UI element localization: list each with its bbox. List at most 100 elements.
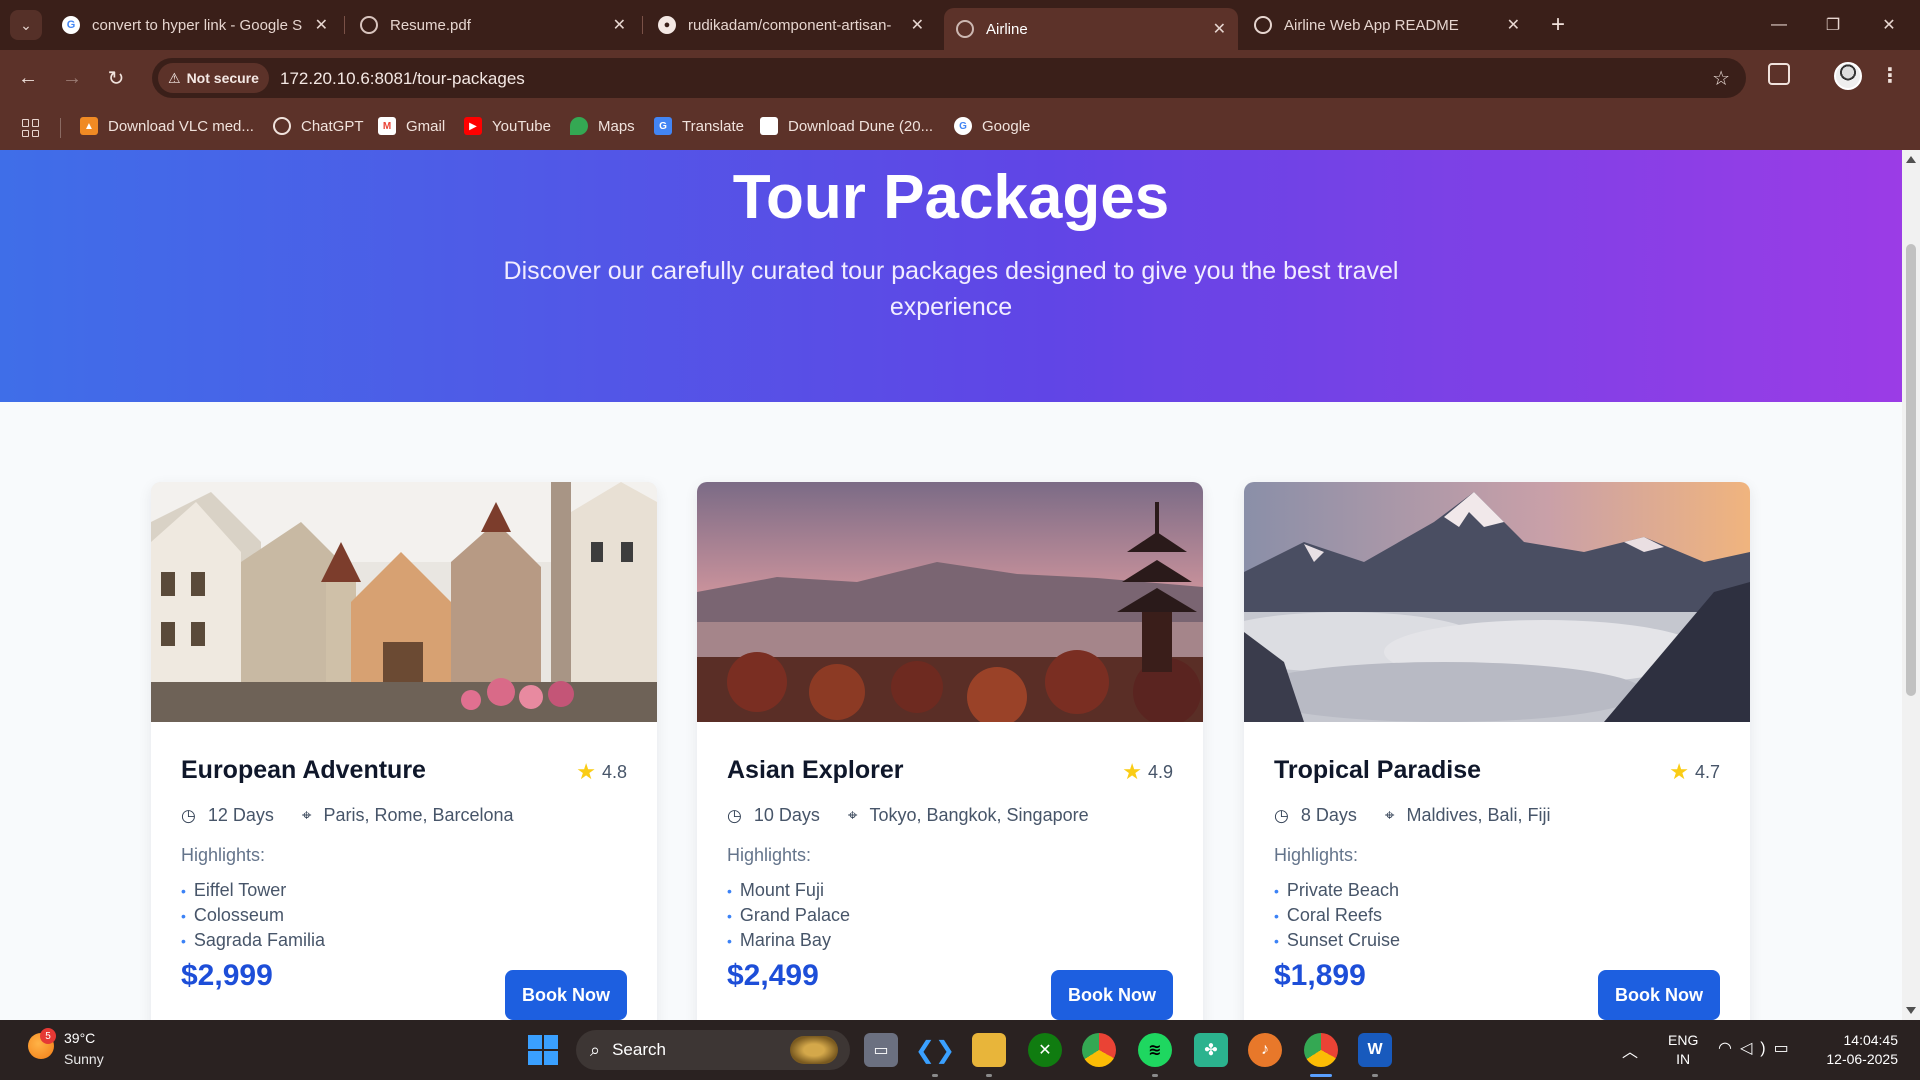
- tab-title: Airline: [986, 20, 1028, 38]
- back-arrow-icon[interactable]: ←: [12, 62, 44, 94]
- volume-icon[interactable]: ◁): [1740, 1040, 1774, 1057]
- kebab-menu-icon[interactable]: ⋮: [1880, 63, 1900, 88]
- star-icon: ★: [1669, 759, 1689, 784]
- clock-icon: ◷: [727, 805, 742, 825]
- package-destinations: Maldives, Bali, Fiji: [1406, 805, 1551, 825]
- book-now-button[interactable]: Book Now: [505, 970, 627, 1020]
- highlights-list: • Mount Fuji • Grand Palace • Marina Bay: [727, 878, 850, 953]
- chatgpt-icon: [1254, 16, 1272, 34]
- book-now-button[interactable]: Book Now: [1598, 970, 1720, 1020]
- file-explorer-folder-icon[interactable]: [972, 1033, 1006, 1067]
- bookmark-youtube[interactable]: ▶ YouTube: [464, 117, 551, 135]
- package-duration: 12 Days: [207, 805, 274, 825]
- app-grid-green-icon[interactable]: ✤: [1194, 1033, 1228, 1067]
- forward-arrow-icon[interactable]: →: [56, 62, 88, 94]
- url-text[interactable]: 172.20.10.6:8081/tour-packages: [280, 69, 525, 89]
- european-town-photo: [151, 482, 657, 722]
- package-duration: 10 Days: [753, 805, 820, 825]
- vlc-icon: ▲: [80, 117, 98, 135]
- reload-icon[interactable]: ↻: [100, 62, 132, 94]
- restore-icon[interactable]: ❐: [1810, 10, 1856, 40]
- globe-icon: [956, 20, 974, 38]
- package-price: $1,899: [1274, 959, 1366, 992]
- minimize-icon[interactable]: —: [1756, 10, 1802, 40]
- bookmark-label: YouTube: [492, 117, 551, 135]
- battery-icon[interactable]: ▭: [1774, 1040, 1797, 1057]
- spotify-icon[interactable]: ≋: [1138, 1033, 1172, 1067]
- close-icon[interactable]: ✕: [911, 15, 924, 35]
- fl-studio-icon[interactable]: ♪: [1248, 1033, 1282, 1067]
- chrome-active-icon[interactable]: [1304, 1033, 1338, 1067]
- location-pin-icon: ⌖: [301, 805, 312, 825]
- close-icon[interactable]: ✕: [1213, 19, 1226, 39]
- tab-title: Airline Web App README: [1284, 16, 1459, 34]
- youtube-icon: ▶: [464, 117, 482, 135]
- package-duration: 8 Days: [1300, 805, 1357, 825]
- rating-value: 4.9: [1147, 761, 1173, 782]
- language-indicator[interactable]: ENG IN: [1668, 1031, 1698, 1069]
- profile-avatar-icon[interactable]: [1834, 62, 1862, 90]
- system-clock[interactable]: 14:04:45 12-06-2025: [1818, 1031, 1898, 1069]
- weather-temperature[interactable]: 39°C: [64, 1030, 95, 1046]
- tab-airline[interactable]: Airline ✕: [944, 8, 1238, 50]
- clock-time: 14:04:45: [1843, 1032, 1899, 1048]
- tab-google-search[interactable]: G convert to hyper link - Google S ✕: [50, 8, 340, 42]
- tab-search-chevron-icon[interactable]: ⌄: [10, 10, 42, 40]
- taskbar-search[interactable]: ⌕ Search: [576, 1030, 850, 1070]
- tab-title: rudikadam/component-artisan-: [688, 16, 892, 34]
- book-now-button[interactable]: Book Now: [1051, 970, 1173, 1020]
- page-scrollbar[interactable]: [1902, 150, 1920, 1020]
- security-chip[interactable]: ⚠ Not secure: [158, 63, 269, 93]
- window-close-icon[interactable]: ✕: [1866, 10, 1912, 40]
- bookmark-gmail[interactable]: M Gmail: [378, 117, 445, 135]
- weather-description[interactable]: Sunny: [64, 1051, 104, 1067]
- wifi-icon[interactable]: ◠: [1718, 1040, 1740, 1057]
- gmail-icon: M: [378, 117, 396, 135]
- tab-resume-pdf[interactable]: Resume.pdf ✕: [348, 8, 638, 42]
- bookmark-maps[interactable]: Maps: [570, 117, 635, 135]
- bookmark-translate[interactable]: G Translate: [654, 117, 744, 135]
- running-indicator: [932, 1074, 938, 1077]
- windows-start-icon[interactable]: [526, 1033, 560, 1067]
- list-item: • Colosseum: [181, 905, 284, 925]
- highlights-label: Highlights:: [727, 845, 812, 865]
- google-icon: G: [62, 16, 80, 34]
- bookmarks-divider: [60, 118, 61, 138]
- scroll-thumb[interactable]: [1906, 244, 1916, 696]
- scroll-down-arrow-icon[interactable]: [1906, 1007, 1916, 1014]
- close-icon[interactable]: ✕: [1507, 15, 1520, 35]
- highlights-label: Highlights:: [1274, 845, 1359, 865]
- bookmark-google[interactable]: G Google: [954, 117, 1030, 135]
- maps-icon: [570, 117, 588, 135]
- task-view-icon[interactable]: ▭: [864, 1033, 898, 1067]
- scroll-up-arrow-icon[interactable]: [1906, 156, 1916, 163]
- address-bar[interactable]: ⚠ Not secure 172.20.10.6:8081/tour-packa…: [152, 58, 1746, 98]
- apps-grid-icon[interactable]: [22, 119, 40, 137]
- tab-github[interactable]: ● rudikadam/component-artisan- ✕: [646, 8, 936, 42]
- tab-readme[interactable]: Airline Web App README ✕: [1242, 8, 1532, 42]
- bookmark-label: Google: [982, 117, 1031, 135]
- bookmark-vlc[interactable]: ▲ Download VLC med...: [80, 117, 254, 135]
- word-icon[interactable]: W: [1358, 1033, 1392, 1067]
- system-tray-icons[interactable]: ◠◁)▭: [1718, 1038, 1797, 1058]
- browser-toolbar: ← → ↻ ⚠ Not secure 172.20.10.6:8081/tour…: [0, 50, 1920, 106]
- package-rating: ★ 4.7: [1669, 759, 1720, 785]
- bookmark-chatgpt[interactable]: ChatGPT: [273, 117, 364, 135]
- chrome-icon[interactable]: [1082, 1033, 1116, 1067]
- tray-chevron-up-icon[interactable]: ︿: [1622, 1038, 1638, 1062]
- xbox-icon[interactable]: ✕: [1028, 1033, 1062, 1067]
- bookmark-star-icon[interactable]: ☆: [1712, 66, 1730, 91]
- bookmark-label: Gmail: [406, 117, 446, 135]
- hero-banner: Tour Packages Discover our carefully cur…: [0, 150, 1902, 402]
- vscode-icon[interactable]: ❮❯: [915, 1033, 955, 1067]
- tab-divider: [344, 16, 345, 34]
- list-item: • Marina Bay: [727, 930, 831, 950]
- package-meta: ◷ 10 Days ⌖ Tokyo, Bangkok, Singapore: [727, 805, 1089, 826]
- close-icon[interactable]: ✕: [613, 15, 626, 35]
- close-icon[interactable]: ✕: [315, 15, 328, 35]
- bookmark-dune[interactable]: Download Dune (20...: [760, 117, 933, 135]
- star-icon: ★: [576, 759, 596, 784]
- extensions-puzzle-icon[interactable]: [1768, 63, 1790, 85]
- new-tab-plus-icon[interactable]: +: [1543, 10, 1573, 40]
- highlights-list: • Eiffel Tower • Colosseum • Sagrada Famili…: [181, 878, 325, 953]
